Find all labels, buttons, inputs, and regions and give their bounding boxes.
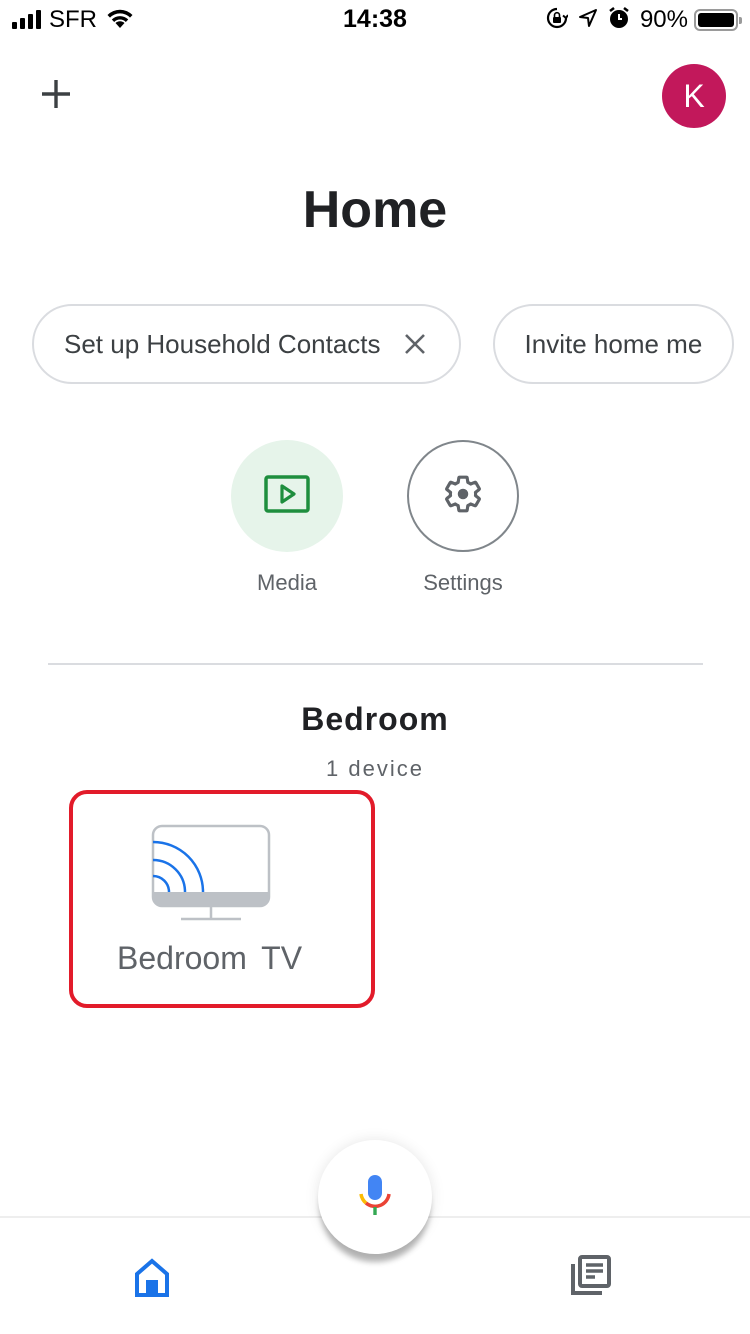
assistant-mic-button[interactable]: [318, 1140, 432, 1254]
chip-invite-home-member[interactable]: Invite home me: [492, 304, 735, 384]
feed-icon: [570, 1255, 612, 1300]
media-circle: [231, 440, 343, 552]
plus-icon: [40, 78, 72, 115]
location-icon: [578, 8, 598, 33]
suggestion-chips: Set up Household Contacts Invite home me: [32, 304, 735, 384]
alarm-icon: [608, 6, 630, 35]
media-label: Media: [257, 570, 317, 595]
account-avatar[interactable]: K: [662, 64, 726, 128]
nav-feed-tab[interactable]: [570, 1254, 616, 1300]
gear-icon: [442, 473, 484, 520]
close-icon[interactable]: [401, 330, 429, 358]
status-right: 90%: [546, 5, 742, 35]
battery-icon: [694, 9, 742, 31]
chip-label: Invite home me: [524, 328, 703, 359]
settings-label: Settings: [423, 570, 503, 595]
settings-button[interactable]: Settings: [407, 440, 519, 596]
section-divider: [48, 663, 703, 665]
settings-circle: [407, 440, 519, 552]
page-title: Home: [302, 181, 448, 239]
device-label: Bedroom TV: [117, 940, 303, 976]
add-button[interactable]: [34, 74, 78, 118]
rotation-lock-icon: [546, 7, 569, 34]
media-button[interactable]: Media: [231, 440, 343, 596]
room-device-count: 1 device: [326, 756, 424, 781]
avatar-initial: K: [683, 77, 705, 114]
chip-label: Set up Household Contacts: [64, 328, 381, 359]
status-bar: SFR 14:38 90%: [0, 0, 750, 40]
google-mic-icon: [357, 1172, 393, 1223]
battery-percent: 90%: [639, 6, 688, 33]
home-icon: [134, 1258, 170, 1302]
chip-household-contacts[interactable]: Set up Household Contacts: [32, 304, 461, 384]
device-tile-bedroom-tv[interactable]: Bedroom TV: [69, 790, 375, 1008]
cast-tv-icon: [151, 824, 271, 924]
media-play-icon: [263, 474, 311, 519]
nav-home-tab[interactable]: [134, 1258, 178, 1302]
room-name: Bedroom: [301, 701, 449, 737]
